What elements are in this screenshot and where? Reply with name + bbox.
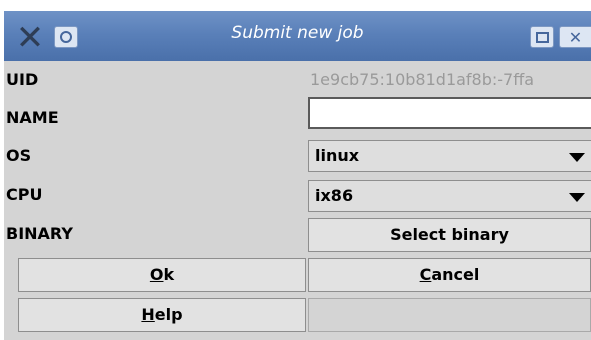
os-selected-value: linux bbox=[315, 146, 360, 165]
cancel-mnemonic: C bbox=[419, 265, 432, 284]
form-panel: UID 1e9cb75:10b81d1af8b:-7ffa NAME OS li… bbox=[4, 61, 591, 340]
uid-value: 1e9cb75:10b81d1af8b:-7ffa bbox=[310, 70, 535, 89]
select-binary-button[interactable]: Select binary bbox=[308, 218, 591, 252]
cancel-button[interactable]: Cancel bbox=[308, 258, 591, 292]
cpu-label: CPU bbox=[6, 185, 43, 204]
cancel-label-rest: ancel bbox=[431, 265, 480, 284]
help-button[interactable]: Help bbox=[18, 298, 306, 332]
os-select[interactable]: linux bbox=[308, 140, 591, 172]
cpu-select[interactable]: ix86 bbox=[308, 180, 591, 212]
submit-job-window: ✕ Submit new job ✕ UID 1e9cb75:10b81d1af… bbox=[4, 11, 591, 340]
cpu-selected-value: ix86 bbox=[315, 186, 354, 205]
title-bar[interactable]: ✕ Submit new job ✕ bbox=[4, 11, 591, 61]
name-field[interactable] bbox=[308, 97, 591, 129]
maximize-icon[interactable] bbox=[530, 26, 554, 48]
empty-cell bbox=[308, 298, 591, 332]
help-label-rest: elp bbox=[154, 305, 183, 324]
close-icon[interactable]: ✕ bbox=[559, 26, 591, 48]
chevron-down-icon bbox=[569, 193, 585, 202]
name-label: NAME bbox=[6, 108, 59, 127]
os-label: OS bbox=[6, 146, 32, 165]
help-mnemonic: H bbox=[141, 305, 155, 324]
ok-button[interactable]: Ok bbox=[18, 258, 306, 292]
binary-label: BINARY bbox=[6, 224, 73, 243]
ok-mnemonic: O bbox=[149, 265, 164, 284]
uid-label: UID bbox=[6, 70, 39, 89]
chevron-down-icon bbox=[569, 153, 585, 162]
window-title: Submit new job bbox=[231, 23, 364, 43]
ok-label-rest: k bbox=[163, 265, 175, 284]
